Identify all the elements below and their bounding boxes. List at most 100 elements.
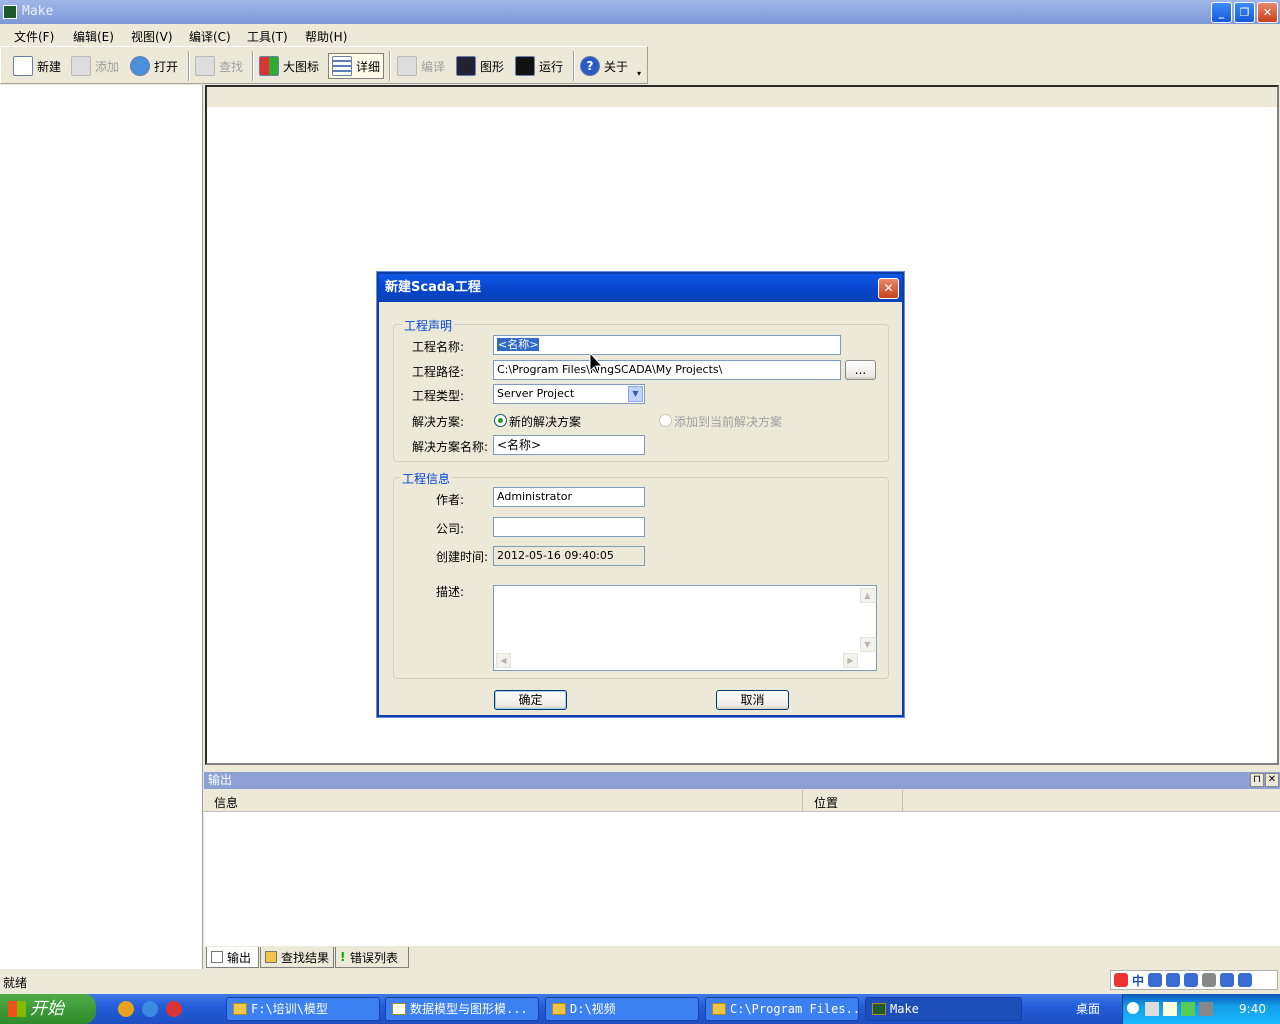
task-folder-training[interactable]: F:\培训\模型 bbox=[226, 997, 380, 1021]
moon-icon[interactable] bbox=[1148, 973, 1163, 987]
chevron-down-icon[interactable]: ▼ bbox=[628, 386, 643, 402]
windows-logo-icon bbox=[8, 1001, 26, 1017]
author-input[interactable]: Administrator bbox=[493, 487, 645, 507]
column-divider[interactable] bbox=[802, 790, 803, 812]
tray-clock[interactable]: 9:40 bbox=[1239, 994, 1266, 1024]
punctuation-icon[interactable] bbox=[1166, 973, 1181, 987]
menu-file[interactable]: 文件(F) bbox=[14, 28, 54, 45]
scroll-down-icon[interactable]: ▼ bbox=[860, 637, 875, 652]
quicklaunch-browser-icon[interactable] bbox=[142, 1001, 158, 1017]
project-type-select[interactable]: Server Project ▼ bbox=[493, 384, 645, 404]
folder-icon bbox=[233, 1003, 247, 1015]
ime-toolbar[interactable]: 中 bbox=[1110, 970, 1278, 990]
app-icon bbox=[3, 5, 17, 19]
graphics-button[interactable]: 图形 bbox=[456, 53, 504, 79]
details-button[interactable]: 详细 bbox=[328, 53, 385, 79]
run-button[interactable]: 运行 bbox=[515, 53, 563, 79]
user-icon[interactable] bbox=[1202, 973, 1217, 987]
tab-output[interactable]: 输出 bbox=[206, 947, 259, 968]
menu-help[interactable]: 帮助(H) bbox=[305, 28, 347, 45]
tab-find-results[interactable]: 查找结果 bbox=[260, 947, 334, 968]
toolbar-separator bbox=[252, 51, 254, 81]
group-label-info: 工程信息 bbox=[400, 470, 453, 487]
about-button[interactable]: ? 关于 bbox=[580, 53, 628, 79]
project-path-input[interactable]: C:\Program Files\KingSCADA\My Projects\ bbox=[493, 360, 841, 380]
company-input[interactable] bbox=[493, 517, 645, 537]
window-titlebar[interactable]: Make _ ❐ ✕ bbox=[0, 0, 1280, 24]
menu-edit[interactable]: 编辑(E) bbox=[73, 28, 114, 45]
add-button[interactable]: 添加 bbox=[71, 53, 119, 79]
new-solution-radio[interactable] bbox=[494, 414, 507, 427]
add-to-solution-radio[interactable] bbox=[659, 414, 672, 427]
project-name-input[interactable]: <名称> bbox=[493, 335, 841, 355]
browse-button[interactable]: ... bbox=[845, 360, 876, 380]
new-button[interactable]: 新建 bbox=[13, 53, 61, 79]
large-icons-icon bbox=[259, 56, 279, 76]
task-folder-program-files[interactable]: C:\Program Files... bbox=[705, 997, 859, 1021]
tray-volume-icon[interactable] bbox=[1199, 1002, 1213, 1016]
solution-name-input[interactable]: <名称> bbox=[493, 435, 645, 455]
created-time-label: 创建时间: bbox=[436, 550, 489, 564]
shirt-icon[interactable] bbox=[1220, 973, 1235, 987]
toolbar: 新建 添加 打开 查找 大图标 详细 编译 图形 运行 ? 关于 ▾ bbox=[0, 46, 648, 84]
restore-button[interactable]: ❐ bbox=[1234, 2, 1255, 23]
sogou-icon[interactable] bbox=[1114, 973, 1128, 987]
output-list[interactable] bbox=[204, 812, 1280, 946]
ok-button[interactable]: 确定 bbox=[494, 690, 567, 710]
new-project-dialog: 新建Scada工程 ✕ 工程声明 工程名称: <名称> 工程路径: C:\Pro… bbox=[377, 272, 904, 717]
solution-explorer-pane[interactable] bbox=[0, 85, 203, 969]
pin-icon[interactable]: ⊓ bbox=[1250, 773, 1264, 787]
dialog-close-button[interactable]: ✕ bbox=[878, 278, 899, 299]
column-divider[interactable] bbox=[902, 790, 903, 812]
find-button[interactable]: 查找 bbox=[195, 53, 243, 79]
task-folder-video[interactable]: D:\视频 bbox=[545, 997, 699, 1021]
cancel-button[interactable]: 取消 bbox=[716, 690, 789, 710]
solution-label: 解决方案: bbox=[412, 415, 465, 429]
output-table-header: 信息 位置 bbox=[204, 790, 1280, 812]
menu-bar: 文件(F) 编辑(E) 视图(V) 编译(C) 工具(T) 帮助(H) bbox=[0, 24, 1280, 46]
large-icons-button[interactable]: 大图标 bbox=[259, 53, 319, 79]
system-tray: 9:40 bbox=[1122, 994, 1280, 1024]
dialog-titlebar[interactable]: 新建Scada工程 bbox=[379, 274, 902, 302]
task-document[interactable]: 数据模型与图形模... bbox=[385, 997, 539, 1021]
tray-chat-icon[interactable] bbox=[1163, 1002, 1177, 1016]
keyboard-icon[interactable] bbox=[1184, 973, 1199, 987]
tab-error-list[interactable]: ! 错误列表 bbox=[335, 947, 409, 968]
error-list-icon: ! bbox=[340, 950, 346, 964]
column-location[interactable]: 位置 bbox=[814, 794, 838, 811]
scroll-up-icon[interactable]: ▲ bbox=[860, 588, 875, 603]
toolbar-separator bbox=[389, 51, 391, 81]
desktop-toolbar[interactable]: 桌面 bbox=[1076, 1000, 1100, 1017]
column-info[interactable]: 信息 bbox=[214, 794, 238, 811]
output-close-icon[interactable]: ✕ bbox=[1265, 773, 1279, 787]
details-icon bbox=[332, 56, 352, 76]
toolbar-separator bbox=[573, 51, 575, 81]
close-button[interactable]: ✕ bbox=[1257, 2, 1278, 23]
output-tabs: 输出 查找结果 ! 错误列表 bbox=[204, 946, 1280, 969]
compile-button[interactable]: 编译 bbox=[397, 53, 445, 79]
quicklaunch-app-icon[interactable] bbox=[118, 1001, 134, 1017]
quicklaunch-qq-icon[interactable] bbox=[166, 1001, 182, 1017]
tray-expand-icon[interactable] bbox=[1127, 1002, 1139, 1014]
minimize-button[interactable]: _ bbox=[1211, 2, 1232, 23]
task-make[interactable]: Make bbox=[865, 997, 1022, 1021]
toolbar-overflow-icon[interactable]: ▾ bbox=[637, 69, 641, 78]
tray-network-icon[interactable] bbox=[1145, 1002, 1159, 1016]
menu-view[interactable]: 视图(V) bbox=[131, 28, 173, 45]
description-textarea[interactable]: ▲ ▼ ◀ ▶ bbox=[493, 585, 877, 671]
menu-tools[interactable]: 工具(T) bbox=[247, 28, 288, 45]
wrench-icon[interactable] bbox=[1238, 973, 1253, 987]
solution-name-label: 解决方案名称: bbox=[412, 440, 489, 454]
scroll-left-icon[interactable]: ◀ bbox=[496, 653, 511, 668]
menu-compile[interactable]: 编译(C) bbox=[189, 28, 231, 45]
tray-security-icon[interactable] bbox=[1181, 1002, 1195, 1016]
help-icon: ? bbox=[580, 56, 600, 76]
project-name-label: 工程名称: bbox=[412, 340, 465, 354]
scroll-right-icon[interactable]: ▶ bbox=[843, 653, 858, 668]
ime-mode[interactable]: 中 bbox=[1132, 972, 1144, 989]
new-solution-label[interactable]: 新的解决方案 bbox=[509, 413, 581, 430]
start-button[interactable]: 开始 bbox=[0, 994, 96, 1024]
open-button[interactable]: 打开 bbox=[130, 53, 178, 79]
output-pane-title: 输出 ⊓ ✕ bbox=[204, 772, 1280, 789]
add-to-solution-label[interactable]: 添加到当前解决方案 bbox=[674, 413, 782, 430]
